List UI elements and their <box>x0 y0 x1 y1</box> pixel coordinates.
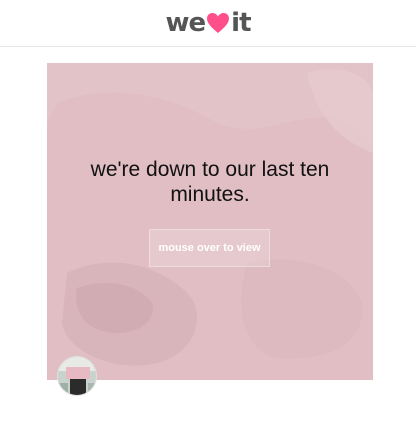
avatar-image <box>58 357 96 395</box>
logo-text-we: we <box>165 8 207 38</box>
weheartit-logo[interactable]: we it <box>165 8 252 38</box>
post-card[interactable]: we're down to our last ten minutes. mous… <box>47 63 373 380</box>
blurred-image-background <box>47 63 373 380</box>
avatar[interactable] <box>57 356 97 396</box>
logo-text-it: it <box>231 8 251 38</box>
post-headline: we're down to our last ten minutes. <box>90 158 330 206</box>
top-bar: we it <box>0 0 416 47</box>
mouse-over-to-view-button[interactable]: mouse over to view <box>149 229 270 267</box>
heart-icon <box>206 12 230 34</box>
